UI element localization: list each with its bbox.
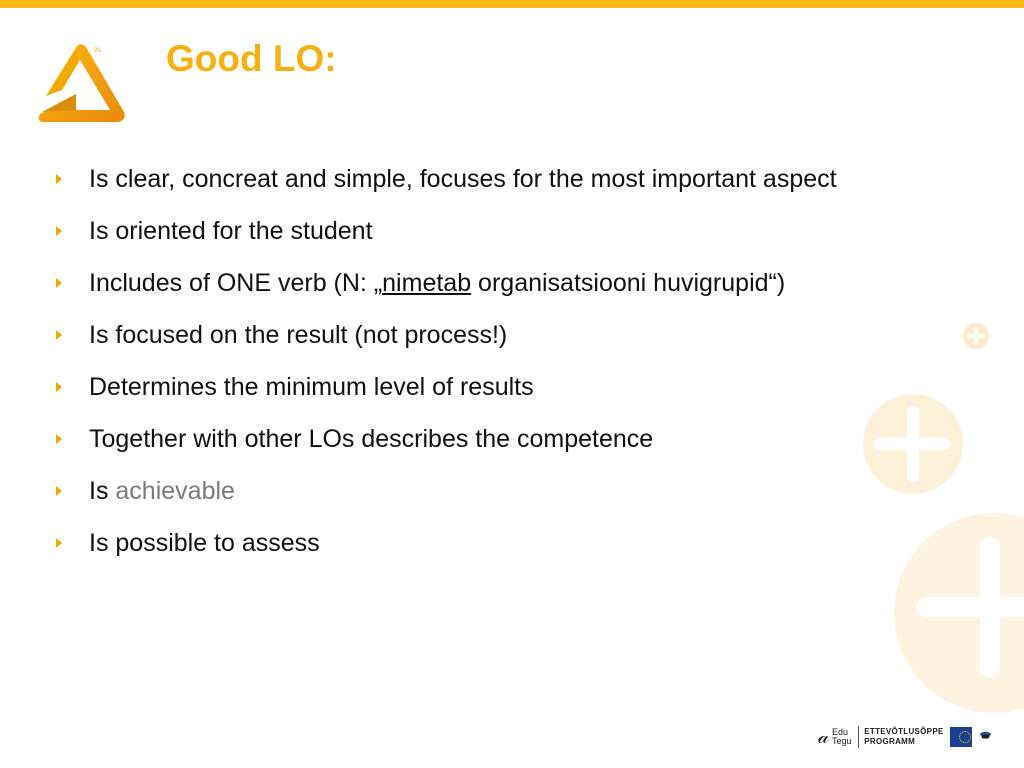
bullet-item: Is clear, concreat and simple, focuses f… bbox=[56, 162, 837, 214]
footer-divider bbox=[857, 726, 859, 748]
top-accent-bar bbox=[0, 0, 1024, 8]
bullet-list: Is clear, concreat and simple, focuses f… bbox=[56, 162, 837, 578]
plus-circle-icon bbox=[863, 394, 963, 494]
bullet-item: Determines the minimum level of results bbox=[56, 370, 837, 422]
triangle-right-icon bbox=[56, 486, 62, 496]
orange-triangle-logo-icon: 20 bbox=[38, 44, 125, 122]
triangle-right-icon bbox=[56, 382, 62, 392]
bullet-item: Is achievable bbox=[56, 474, 837, 526]
triangle-right-icon bbox=[56, 434, 62, 444]
triangle-right-icon bbox=[56, 278, 62, 288]
bullet-item: Together with other LOs describes the co… bbox=[56, 422, 837, 474]
svg-text:20: 20 bbox=[94, 48, 101, 54]
footer-logos: 𝒶 Edu Tegu ETTEVÕTLUSÕPPE PROGRAMM bbox=[818, 722, 993, 752]
triangle-right-icon bbox=[56, 538, 62, 548]
bullet-item: Is possible to assess bbox=[56, 526, 837, 578]
slide-title: Good LO: bbox=[166, 38, 337, 79]
eu-flag-icon bbox=[949, 727, 973, 747]
plus-circle-icon bbox=[963, 323, 989, 349]
gray-word: achievable bbox=[115, 477, 235, 505]
plus-circle-icon bbox=[894, 513, 1024, 713]
edu-tegu-logo: 𝒶 Edu Tegu bbox=[818, 725, 852, 748]
bullet-item: Is focused on the result (not process!) bbox=[56, 318, 837, 370]
triangle-right-icon bbox=[56, 174, 62, 184]
triangle-right-icon bbox=[56, 330, 62, 340]
bullet-item: Includes of ONE verb (N: „nimetab organi… bbox=[56, 266, 837, 318]
triangle-right-icon bbox=[56, 226, 62, 236]
edu-tegu-icon: 𝒶 bbox=[818, 725, 829, 748]
underlined-verb: nimetab bbox=[382, 269, 472, 297]
program-logo: ETTEVÕTLUSÕPPE PROGRAMM bbox=[864, 727, 944, 746]
bullet-item: Is oriented for the student bbox=[56, 214, 837, 266]
estonian-coat-icon bbox=[979, 731, 992, 739]
